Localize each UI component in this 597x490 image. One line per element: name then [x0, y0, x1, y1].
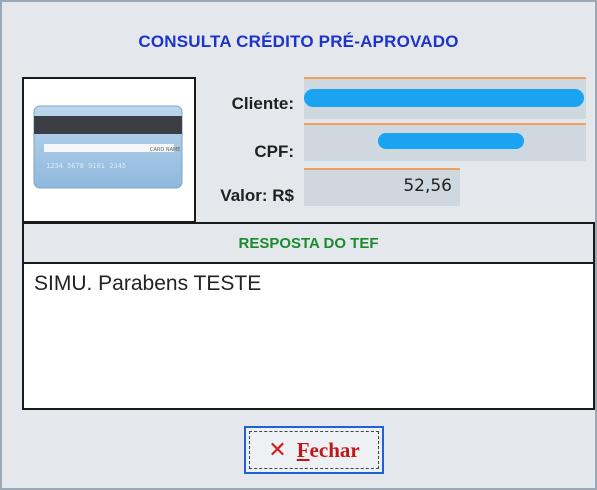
response-text-area[interactable]: SIMU. Parabens TESTE — [22, 262, 595, 410]
cliente-label: Cliente: — [231, 94, 294, 113]
valor-label: Valor: R$ — [220, 186, 294, 205]
close-label-rest: echar — [309, 437, 360, 462]
cliente-field[interactable] — [304, 77, 586, 119]
response-text: SIMU. Parabens TESTE — [34, 272, 262, 295]
close-mnemonic: F — [296, 437, 310, 462]
cliente-redaction — [304, 89, 584, 107]
credit-card-icon: CARD NAME 1234 5678 9101 2345 — [33, 105, 183, 189]
card-number-text: 1234 5678 9101 2345 — [46, 162, 126, 170]
valor-field[interactable]: 52,56 — [304, 168, 460, 206]
close-x-icon: ✕ — [268, 437, 287, 462]
valor-value: 52,56 — [403, 176, 452, 196]
dialog-title: CONSULTA CRÉDITO PRÉ-APROVADO — [138, 32, 459, 51]
card-image-panel: CARD NAME 1234 5678 9101 2345 — [22, 77, 196, 223]
cpf-label: CPF: — [254, 142, 294, 161]
card-name-text: CARD NAME — [150, 147, 180, 153]
dialog-window: CONSULTA CRÉDITO PRÉ-APROVADO CARD NAME … — [0, 0, 597, 490]
cpf-redaction — [378, 133, 524, 149]
cpf-field[interactable] — [304, 123, 586, 161]
close-button[interactable]: ✕ Fechar — [244, 426, 384, 474]
response-header: RESPOSTA DO TEF — [22, 222, 595, 262]
close-button-label: Fechar — [297, 438, 360, 463]
